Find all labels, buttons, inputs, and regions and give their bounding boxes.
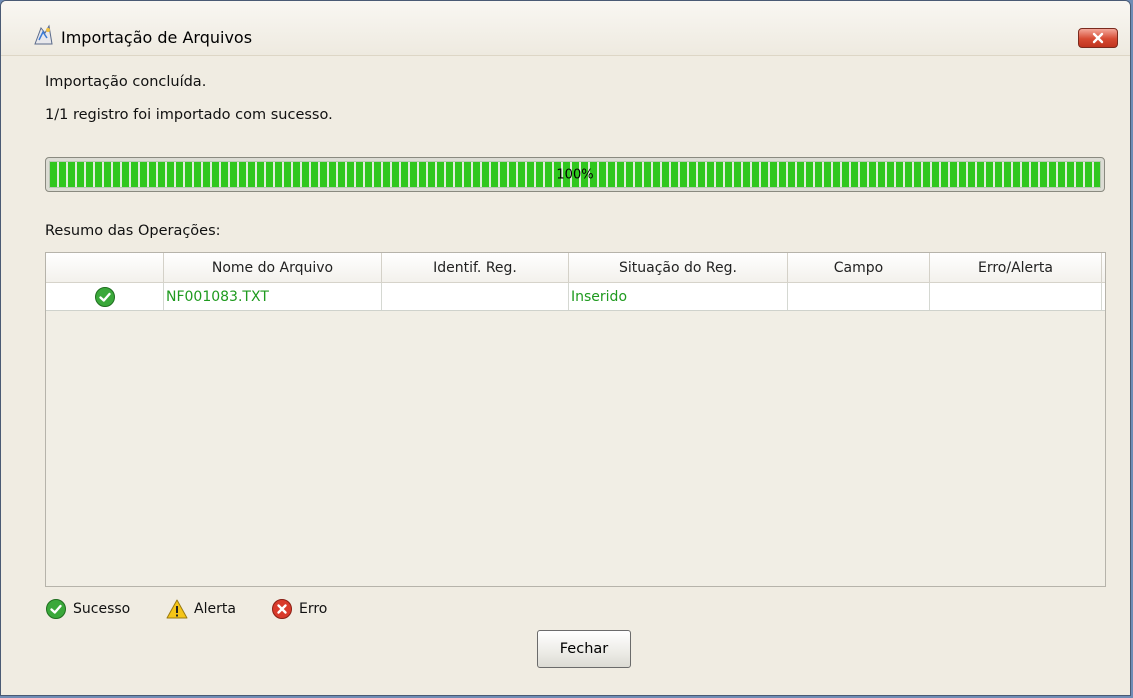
- legend-error: Erro: [271, 598, 327, 620]
- column-header-file-name[interactable]: Nome do Arquivo: [164, 253, 382, 282]
- row-record-status: Inserido: [569, 283, 788, 310]
- alert-icon: [166, 599, 188, 619]
- import-summary-text: 1/1 registro foi importado com sucesso.: [45, 107, 333, 123]
- legend-success-label: Sucesso: [73, 601, 131, 617]
- success-icon: [46, 599, 66, 619]
- import-dialog-window: Importação de Arquivos Importação conclu…: [0, 0, 1131, 696]
- operations-table[interactable]: Nome do Arquivo Identif. Reg. Situação d…: [45, 252, 1106, 587]
- close-window-button[interactable]: [1078, 28, 1118, 48]
- row-record-id: [382, 283, 569, 310]
- row-file-name: NF001083.TXT: [164, 283, 382, 310]
- column-header-field[interactable]: Campo: [788, 253, 930, 282]
- error-icon: [272, 599, 292, 619]
- progress-fill: 100%: [49, 161, 1101, 188]
- legend-success: Sucesso: [45, 598, 130, 620]
- operations-summary-label: Resumo das Operações:: [45, 223, 221, 239]
- legend-alert-label: Alerta: [194, 601, 236, 617]
- row-field: [788, 283, 930, 310]
- column-header-error-alert[interactable]: Erro/Alerta: [930, 253, 1102, 282]
- column-header-record-status[interactable]: Situação do Reg.: [569, 253, 788, 282]
- import-files-icon: [34, 24, 53, 45]
- progress-label: 100%: [556, 167, 594, 182]
- close-button[interactable]: Fechar: [537, 630, 631, 668]
- table-header: Nome do Arquivo Identif. Reg. Situação d…: [46, 253, 1105, 283]
- table-row[interactable]: NF001083.TXT Inserido: [46, 283, 1105, 311]
- title-bar[interactable]: Importação de Arquivos: [1, 1, 1130, 56]
- row-error-alert: [930, 283, 1102, 310]
- window-title: Importação de Arquivos: [61, 28, 253, 47]
- column-header-record-id[interactable]: Identif. Reg.: [382, 253, 569, 282]
- legend-error-label: Erro: [299, 601, 328, 617]
- close-icon: [1092, 32, 1104, 44]
- success-icon: [94, 286, 115, 307]
- legend-alert: Alerta: [166, 598, 236, 620]
- column-header-status[interactable]: [46, 253, 164, 282]
- import-status-text: Importação concluída.: [45, 74, 207, 90]
- import-progress-bar: 100%: [45, 157, 1105, 192]
- row-status-cell: [46, 283, 164, 310]
